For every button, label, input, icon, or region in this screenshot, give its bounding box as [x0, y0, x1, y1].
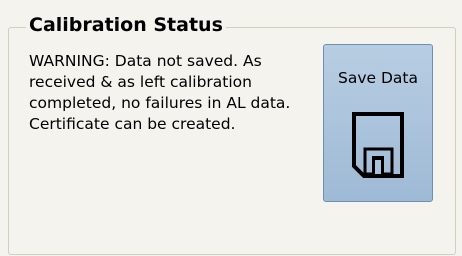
floppy-disk-icon: [352, 112, 404, 178]
group-title: Calibration Status: [26, 13, 226, 37]
save-data-label: Save Data: [338, 69, 418, 87]
status-message: WARNING: Data not saved. As received & a…: [29, 52, 291, 133]
calibration-panel: Calibration Status WARNING: Data not sav…: [0, 0, 462, 256]
save-data-button[interactable]: Save Data: [323, 44, 433, 202]
